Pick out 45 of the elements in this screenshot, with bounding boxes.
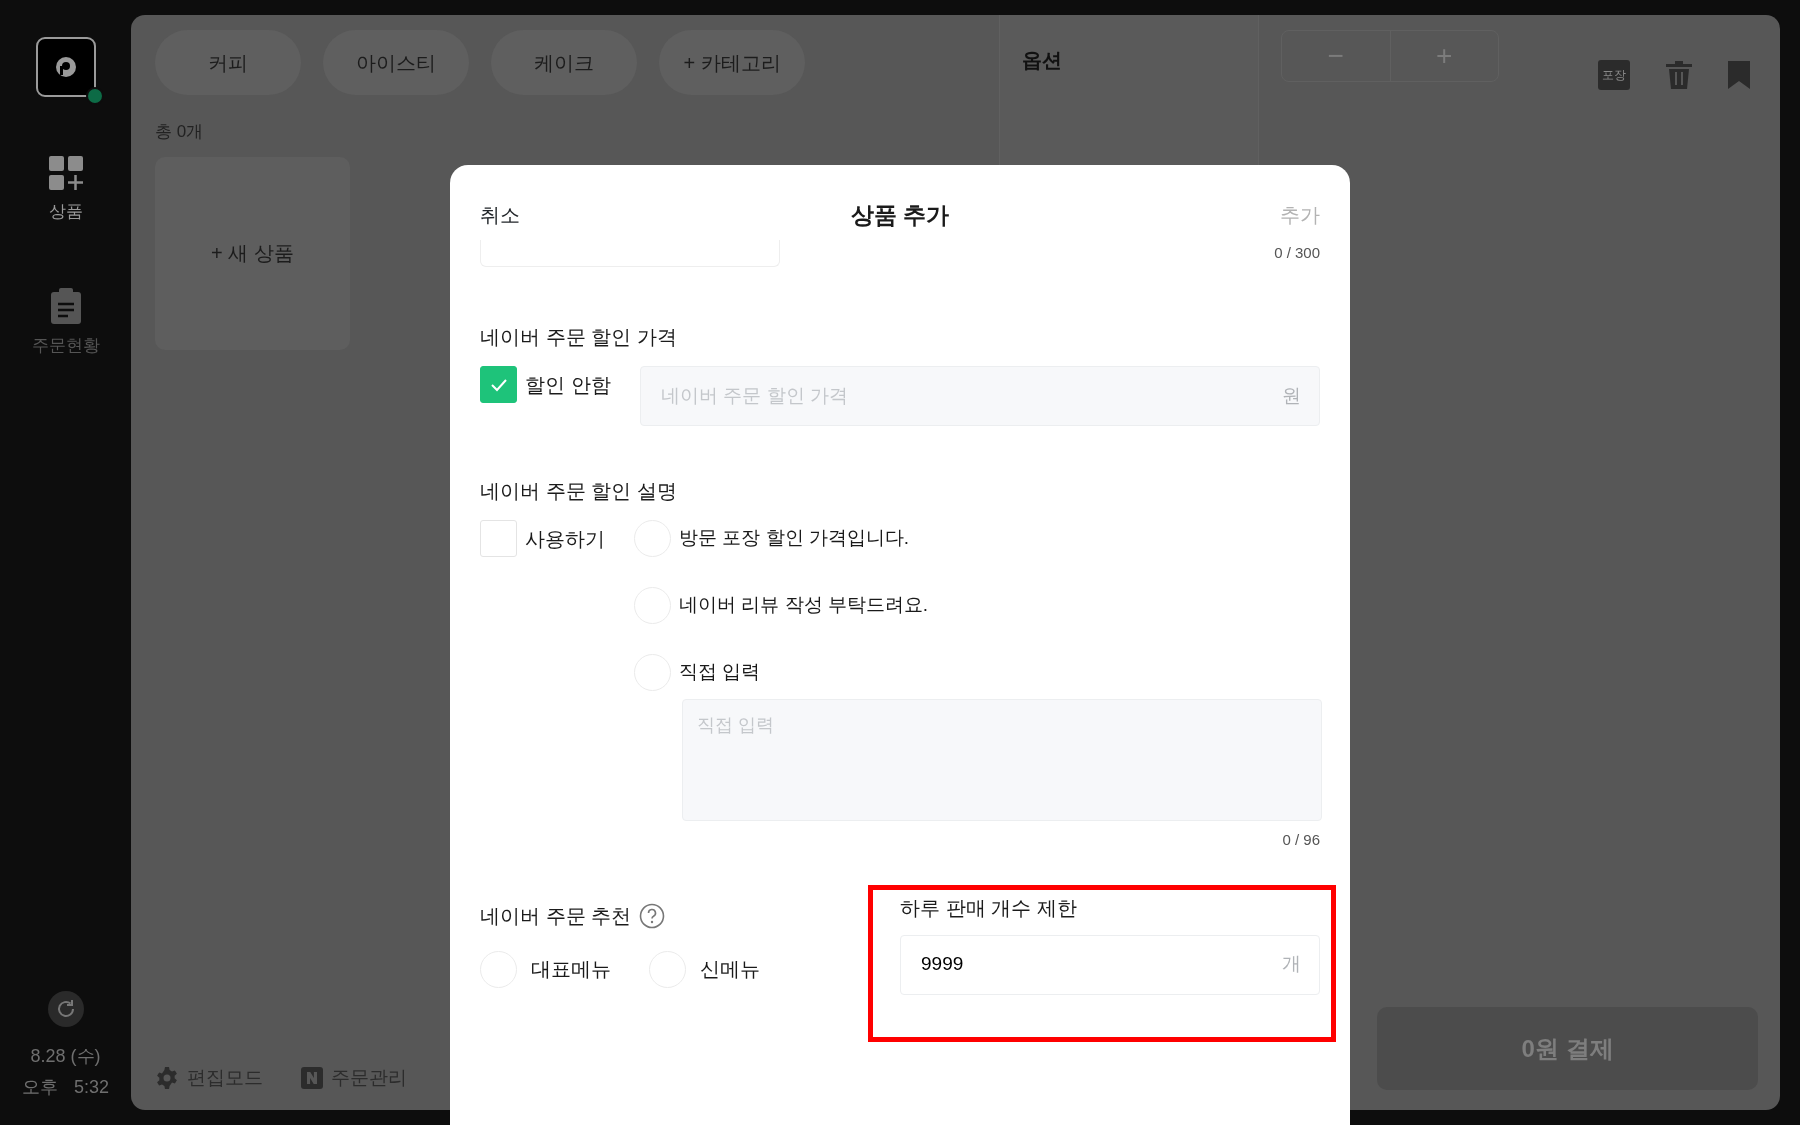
section-heading: 네이버 주문 할인 가격: [480, 325, 678, 350]
unit-label: 개: [1282, 952, 1301, 977]
checkbox[interactable]: [480, 366, 517, 403]
radio-label: 네이버 리뷰 작성 부탁드려요.: [679, 593, 929, 618]
radio-label: 대표메뉴: [531, 957, 611, 982]
character-counter: 0 / 96: [1281, 830, 1320, 850]
category-tab[interactable]: 케이크: [491, 30, 637, 95]
section-heading: 하루 판매 개수 제한: [900, 895, 1078, 921]
time-period: 오후: [21, 1076, 58, 1099]
bookmark-icon[interactable]: [1728, 61, 1750, 89]
checkbox-label: 사용하기: [525, 526, 605, 552]
options-title: 옵션: [1022, 48, 1063, 73]
logo: [35, 37, 96, 97]
checkmark-icon: [489, 377, 508, 392]
section-heading: 네이버 주문 할인 설명: [480, 479, 678, 504]
new-product-card[interactable]: + 새 상품: [155, 156, 350, 350]
clipboard-icon[interactable]: [49, 286, 82, 325]
grid-plus-icon[interactable]: [47, 155, 84, 191]
takeout-badge[interactable]: 포장: [1598, 60, 1630, 90]
minus-button[interactable]: −: [1282, 31, 1391, 81]
modal-title: 상품 추가: [850, 200, 950, 230]
refresh-icon[interactable]: [47, 991, 84, 1027]
date-text: 8.28 (수): [30, 1045, 101, 1068]
quantity-field[interactable]: 9999 개: [900, 934, 1320, 995]
section-heading: 네이버 주문 추천: [480, 903, 632, 929]
plus-button[interactable]: +: [1390, 31, 1498, 81]
naver-n-icon: [301, 1066, 323, 1089]
cancel-button[interactable]: 취소: [480, 200, 520, 230]
checkbox-label: 할인 안함: [525, 372, 611, 398]
category-tab[interactable]: 커피: [155, 30, 301, 95]
unit-label: 원: [1282, 383, 1301, 408]
help-icon[interactable]: [639, 902, 666, 929]
gear-icon: [155, 1065, 179, 1090]
time-text: 5:32: [73, 1076, 109, 1099]
sidebar-item[interactable]: 주문현황: [31, 332, 100, 358]
trash-icon[interactable]: [1666, 61, 1692, 89]
character-counter: 0 / 300: [1274, 243, 1320, 263]
radio-label: 방문 포장 할인 가격입니다.: [679, 526, 910, 551]
radio-label: 직접 입력: [679, 660, 761, 685]
category-tab[interactable]: + 카테고리: [659, 30, 805, 95]
category-tab[interactable]: 아이스티: [323, 30, 469, 95]
status-dot: [85, 87, 104, 105]
quantity-input[interactable]: 9999: [919, 949, 1282, 980]
sidebar-item[interactable]: 상품: [48, 199, 83, 225]
radio-label: 신메뉴: [700, 957, 760, 982]
